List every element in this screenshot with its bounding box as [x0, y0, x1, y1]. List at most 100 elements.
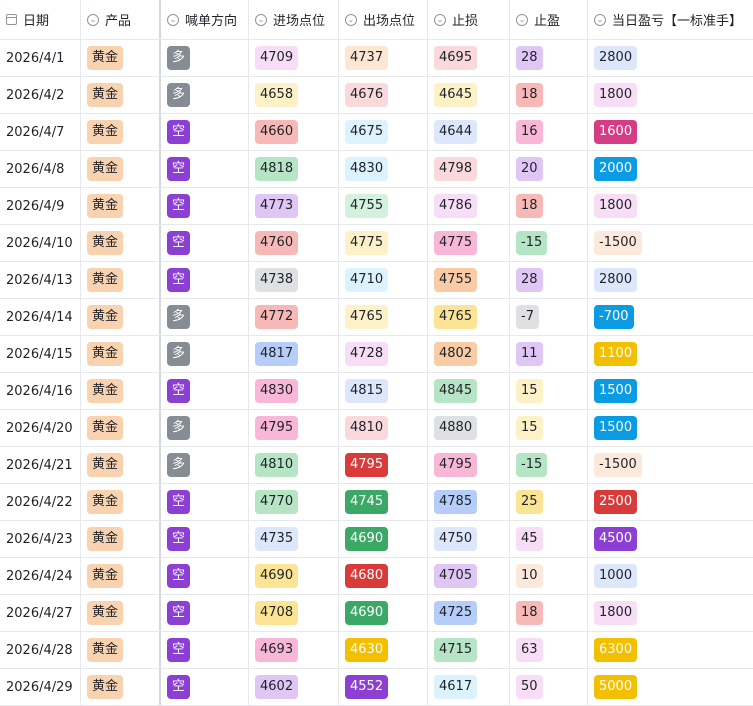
product-cell[interactable]: 黄金 [81, 373, 161, 409]
direction-cell[interactable]: 空 [161, 558, 249, 594]
entry-cell[interactable]: 4760 [249, 225, 339, 261]
entry-cell[interactable]: 4772 [249, 299, 339, 335]
date-cell[interactable]: 2026/4/10 [0, 225, 81, 261]
take-profit-cell[interactable]: 63 [510, 632, 588, 668]
product-cell[interactable]: 黄金 [81, 632, 161, 668]
take-profit-cell[interactable]: 11 [510, 336, 588, 372]
product-cell[interactable]: 黄金 [81, 410, 161, 446]
pnl-cell[interactable]: 2800 [588, 40, 753, 76]
column-header-pnl[interactable]: ⌄ 当日盈亏【一标准手】 [588, 0, 753, 39]
pnl-cell[interactable]: 1100 [588, 336, 753, 372]
pnl-cell[interactable]: 1800 [588, 188, 753, 224]
take-profit-cell[interactable]: 28 [510, 40, 588, 76]
entry-cell[interactable]: 4773 [249, 188, 339, 224]
table-row[interactable]: 2026/4/23 黄金 空 4735 4690 4750 45 4500 [0, 521, 753, 558]
date-cell[interactable]: 2026/4/28 [0, 632, 81, 668]
product-cell[interactable]: 黄金 [81, 484, 161, 520]
direction-cell[interactable]: 空 [161, 373, 249, 409]
product-cell[interactable]: 黄金 [81, 188, 161, 224]
entry-cell[interactable]: 4795 [249, 410, 339, 446]
take-profit-cell[interactable]: 50 [510, 669, 588, 705]
column-header-take-profit[interactable]: ⌄ 止盈 [510, 0, 588, 39]
product-cell[interactable]: 黄金 [81, 558, 161, 594]
pnl-cell[interactable]: 2000 [588, 151, 753, 187]
entry-cell[interactable]: 4818 [249, 151, 339, 187]
table-row[interactable]: 2026/4/1 黄金 多 4709 4737 4695 28 2800 [0, 40, 753, 77]
take-profit-cell[interactable]: 16 [510, 114, 588, 150]
direction-cell[interactable]: 空 [161, 632, 249, 668]
pnl-cell[interactable]: 1500 [588, 373, 753, 409]
direction-cell[interactable]: 空 [161, 262, 249, 298]
date-cell[interactable]: 2026/4/20 [0, 410, 81, 446]
take-profit-cell[interactable]: 10 [510, 558, 588, 594]
direction-cell[interactable]: 空 [161, 484, 249, 520]
date-cell[interactable]: 2026/4/13 [0, 262, 81, 298]
date-cell[interactable]: 2026/4/29 [0, 669, 81, 705]
table-row[interactable]: 2026/4/22 黄金 空 4770 4745 4785 25 2500 [0, 484, 753, 521]
pnl-cell[interactable]: 5000 [588, 669, 753, 705]
direction-cell[interactable]: 空 [161, 188, 249, 224]
pnl-cell[interactable]: 1500 [588, 410, 753, 446]
direction-cell[interactable]: 多 [161, 447, 249, 483]
product-cell[interactable]: 黄金 [81, 595, 161, 631]
take-profit-cell[interactable]: 25 [510, 484, 588, 520]
column-header-exit[interactable]: ⌄ 出场点位 [339, 0, 428, 39]
stop-loss-cell[interactable]: 4785 [428, 484, 510, 520]
date-cell[interactable]: 2026/4/1 [0, 40, 81, 76]
take-profit-cell[interactable]: 18 [510, 188, 588, 224]
take-profit-cell[interactable]: -15 [510, 447, 588, 483]
date-cell[interactable]: 2026/4/24 [0, 558, 81, 594]
exit-cell[interactable]: 4810 [339, 410, 428, 446]
direction-cell[interactable]: 多 [161, 336, 249, 372]
stop-loss-cell[interactable]: 4644 [428, 114, 510, 150]
stop-loss-cell[interactable]: 4645 [428, 77, 510, 113]
pnl-cell[interactable]: -1500 [588, 447, 753, 483]
stop-loss-cell[interactable]: 4880 [428, 410, 510, 446]
take-profit-cell[interactable]: 15 [510, 373, 588, 409]
entry-cell[interactable]: 4658 [249, 77, 339, 113]
column-header-product[interactable]: ⌄ 产品 [81, 0, 161, 39]
entry-cell[interactable]: 4708 [249, 595, 339, 631]
exit-cell[interactable]: 4737 [339, 40, 428, 76]
exit-cell[interactable]: 4830 [339, 151, 428, 187]
pnl-cell[interactable]: -700 [588, 299, 753, 335]
date-cell[interactable]: 2026/4/16 [0, 373, 81, 409]
take-profit-cell[interactable]: -15 [510, 225, 588, 261]
stop-loss-cell[interactable]: 4617 [428, 669, 510, 705]
entry-cell[interactable]: 4602 [249, 669, 339, 705]
product-cell[interactable]: 黄金 [81, 447, 161, 483]
table-row[interactable]: 2026/4/29 黄金 空 4602 4552 4617 50 5000 [0, 669, 753, 706]
exit-cell[interactable]: 4690 [339, 595, 428, 631]
exit-cell[interactable]: 4755 [339, 188, 428, 224]
date-cell[interactable]: 2026/4/23 [0, 521, 81, 557]
stop-loss-cell[interactable]: 4845 [428, 373, 510, 409]
take-profit-cell[interactable]: 28 [510, 262, 588, 298]
entry-cell[interactable]: 4830 [249, 373, 339, 409]
product-cell[interactable]: 黄金 [81, 299, 161, 335]
direction-cell[interactable]: 空 [161, 151, 249, 187]
date-cell[interactable]: 2026/4/14 [0, 299, 81, 335]
exit-cell[interactable]: 4728 [339, 336, 428, 372]
exit-cell[interactable]: 4710 [339, 262, 428, 298]
product-cell[interactable]: 黄金 [81, 114, 161, 150]
direction-cell[interactable]: 多 [161, 77, 249, 113]
take-profit-cell[interactable]: 18 [510, 595, 588, 631]
entry-cell[interactable]: 4770 [249, 484, 339, 520]
take-profit-cell[interactable]: 18 [510, 77, 588, 113]
column-header-entry[interactable]: ⌄ 进场点位 [249, 0, 339, 39]
take-profit-cell[interactable]: 20 [510, 151, 588, 187]
date-cell[interactable]: 2026/4/22 [0, 484, 81, 520]
exit-cell[interactable]: 4552 [339, 669, 428, 705]
date-cell[interactable]: 2026/4/21 [0, 447, 81, 483]
product-cell[interactable]: 黄金 [81, 262, 161, 298]
pnl-cell[interactable]: 1000 [588, 558, 753, 594]
table-row[interactable]: 2026/4/21 黄金 多 4810 4795 4795 -15 -1500 [0, 447, 753, 484]
stop-loss-cell[interactable]: 4695 [428, 40, 510, 76]
table-row[interactable]: 2026/4/8 黄金 空 4818 4830 4798 20 2000 [0, 151, 753, 188]
stop-loss-cell[interactable]: 4798 [428, 151, 510, 187]
take-profit-cell[interactable]: 45 [510, 521, 588, 557]
entry-cell[interactable]: 4690 [249, 558, 339, 594]
exit-cell[interactable]: 4765 [339, 299, 428, 335]
stop-loss-cell[interactable]: 4715 [428, 632, 510, 668]
exit-cell[interactable]: 4815 [339, 373, 428, 409]
